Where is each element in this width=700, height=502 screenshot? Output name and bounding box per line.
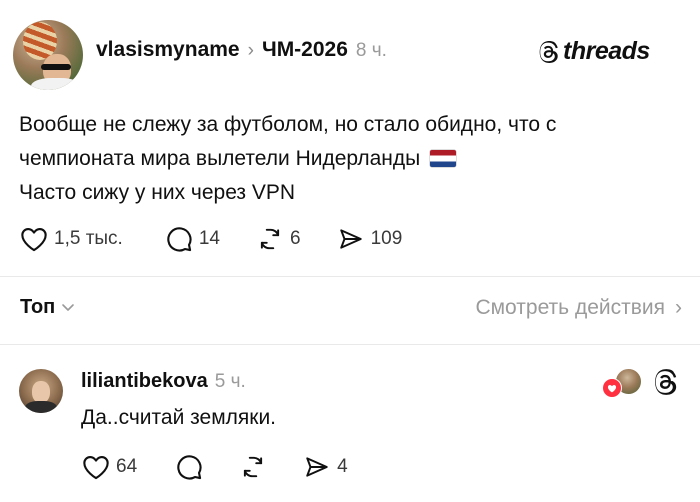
heart-icon — [21, 228, 47, 252]
commenter-username[interactable]: liliantibekova — [81, 370, 208, 393]
commenter-avatar[interactable] — [19, 369, 63, 413]
comment-text: Да..считай земляки. — [81, 406, 277, 429]
post-header: vlasismyname › ЧМ-2026 8 ч. — [96, 38, 387, 68]
threads-brand: threads — [537, 37, 650, 66]
author-liked-badge — [600, 368, 644, 398]
post-time: 8 ч. — [355, 40, 387, 61]
post-line: чемпионата мира вылетели Нидерланды — [19, 142, 679, 176]
sort-label: Топ — [20, 296, 56, 318]
like-button[interactable]: 1,5 тыс. — [20, 226, 123, 252]
comment-share-button[interactable]: 4 — [303, 454, 348, 480]
comment-header: liliantibekova 5 ч. — [81, 370, 246, 393]
comment-icon — [177, 455, 202, 480]
repost-icon — [244, 456, 263, 478]
send-icon — [339, 229, 362, 249]
reply-count: 14 — [198, 228, 220, 249]
repost-icon — [260, 228, 280, 250]
comment-time: 5 ч. — [214, 371, 246, 392]
comment-share-count: 4 — [337, 456, 348, 477]
repost-count: 6 — [289, 228, 301, 249]
post-line: Вообще не слежу за футболом, но стало об… — [19, 113, 557, 136]
repost-button[interactable]: 6 — [256, 226, 301, 252]
comment-icon — [167, 227, 192, 252]
comment-actions: 64 4 — [82, 452, 348, 482]
heart-icon — [83, 456, 109, 480]
chevron-down-icon — [62, 303, 75, 311]
chevron-right-icon: › — [247, 40, 254, 61]
post-line: Часто сижу у них через VPN — [19, 181, 296, 204]
view-activity-label: Смотреть действия — [475, 296, 665, 319]
view-activity-link[interactable]: Смотреть действия › — [475, 296, 682, 320]
send-icon — [306, 457, 328, 477]
comment-reply-button[interactable] — [175, 453, 203, 481]
like-count: 1,5 тыс. — [54, 228, 123, 249]
post-body: Вообще не слежу за футболом, но стало об… — [19, 108, 679, 210]
netherlands-flag-icon — [430, 150, 457, 167]
author-username[interactable]: vlasismyname — [96, 38, 240, 62]
divider — [0, 344, 700, 345]
comment-repost-button[interactable] — [239, 454, 267, 480]
comment-like-button[interactable]: 64 — [82, 454, 137, 480]
threads-logo-icon — [539, 40, 558, 63]
topic-tag[interactable]: ЧМ-2026 — [262, 38, 348, 62]
share-button[interactable]: 109 — [337, 226, 403, 252]
sort-dropdown[interactable]: Топ — [20, 296, 75, 319]
author-avatar[interactable] — [13, 20, 83, 90]
heart-badge-icon — [602, 378, 622, 398]
share-count: 109 — [370, 228, 403, 249]
reply-button[interactable]: 14 — [165, 225, 220, 253]
post-actions: 1,5 тыс. 14 6 109 — [20, 224, 402, 254]
chevron-right-icon: › — [675, 296, 682, 319]
comment-like-count: 64 — [116, 456, 138, 477]
divider — [0, 276, 700, 277]
threads-logo-icon — [652, 368, 680, 401]
threads-wordmark: threads — [563, 37, 650, 65]
